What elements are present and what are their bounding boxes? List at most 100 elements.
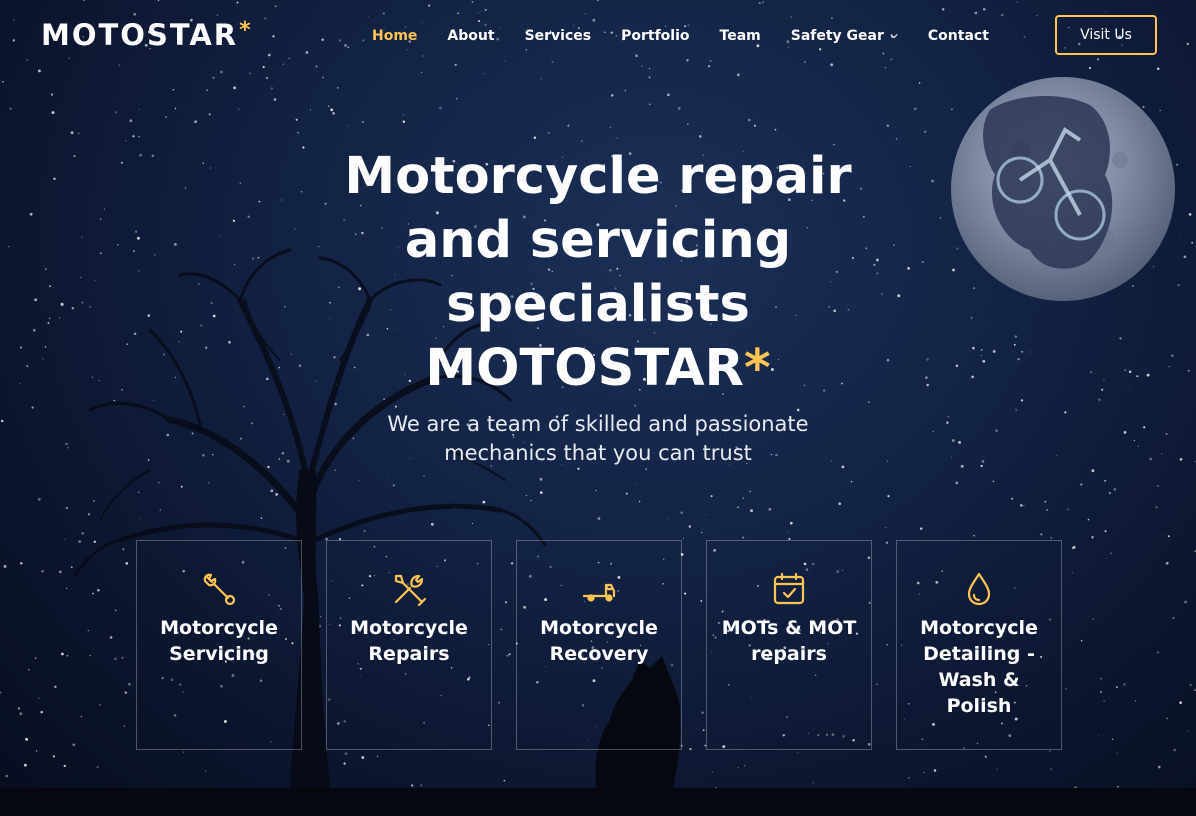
nav-portfolio[interactable]: Portfolio bbox=[621, 28, 689, 44]
site-logo[interactable]: MOTOSTAR* bbox=[41, 17, 253, 53]
star bbox=[153, 254, 156, 256]
star bbox=[712, 771, 714, 773]
star bbox=[278, 366, 281, 369]
nav-services[interactable]: Services bbox=[525, 28, 592, 44]
service-card-recovery[interactable]: Motorcycle Recovery bbox=[516, 540, 682, 750]
star bbox=[165, 116, 168, 119]
services-grid: Motorcycle Servicing Motorcycle Repairs … bbox=[136, 540, 1062, 750]
nav-contact[interactable]: Contact bbox=[928, 28, 989, 44]
star bbox=[125, 140, 127, 142]
star bbox=[137, 491, 140, 494]
star bbox=[272, 35, 275, 38]
star bbox=[402, 120, 406, 124]
star bbox=[946, 421, 949, 424]
star bbox=[1156, 67, 1160, 71]
star bbox=[1115, 685, 1119, 689]
star bbox=[471, 0, 474, 3]
star bbox=[344, 752, 348, 756]
star bbox=[616, 137, 618, 139]
star bbox=[1172, 617, 1175, 619]
star bbox=[580, 140, 583, 142]
service-card-servicing[interactable]: Motorcycle Servicing bbox=[136, 540, 302, 750]
star bbox=[958, 440, 962, 444]
star bbox=[715, 787, 717, 788]
star bbox=[220, 235, 222, 237]
star bbox=[37, 69, 41, 73]
star bbox=[138, 270, 140, 272]
star bbox=[348, 125, 350, 127]
star bbox=[134, 230, 138, 233]
star bbox=[1128, 386, 1130, 388]
star bbox=[525, 49, 528, 51]
star bbox=[35, 750, 38, 752]
star bbox=[698, 135, 702, 138]
star bbox=[89, 306, 91, 308]
star bbox=[24, 763, 27, 767]
star bbox=[81, 236, 83, 238]
service-card-detailing[interactable]: Motorcycle Detailing - Wash & Polish bbox=[896, 540, 1062, 750]
star bbox=[133, 12, 137, 16]
star bbox=[99, 703, 102, 706]
star bbox=[951, 439, 955, 442]
star bbox=[1187, 730, 1189, 732]
star bbox=[457, 12, 460, 15]
star bbox=[1055, 455, 1058, 457]
star bbox=[1171, 354, 1174, 357]
star bbox=[609, 126, 612, 129]
star bbox=[1179, 458, 1183, 461]
star bbox=[925, 376, 928, 379]
star bbox=[701, 132, 703, 134]
star bbox=[1080, 483, 1083, 486]
star bbox=[1050, 768, 1052, 770]
star bbox=[1119, 337, 1122, 340]
nav-safety-gear-label: Safety Gear bbox=[790, 28, 884, 44]
star bbox=[128, 683, 131, 686]
star bbox=[1134, 700, 1137, 702]
star bbox=[281, 452, 285, 455]
star bbox=[1155, 506, 1158, 509]
star bbox=[919, 527, 923, 530]
nav-home[interactable]: Home bbox=[372, 28, 417, 44]
star bbox=[974, 11, 978, 15]
star bbox=[202, 453, 205, 457]
nav-safety-gear[interactable]: Safety Gear bbox=[791, 28, 898, 44]
star bbox=[129, 119, 133, 123]
nav-team[interactable]: Team bbox=[720, 28, 761, 44]
star bbox=[1105, 11, 1107, 13]
nav-about[interactable]: About bbox=[447, 28, 494, 44]
star bbox=[283, 413, 285, 415]
star bbox=[1067, 508, 1069, 510]
star bbox=[344, 44, 347, 47]
star bbox=[1133, 439, 1135, 442]
calendar-check-icon bbox=[773, 572, 805, 605]
service-card-mot[interactable]: MOTs & MOT repairs bbox=[706, 540, 872, 750]
star bbox=[12, 39, 16, 42]
star bbox=[118, 64, 121, 67]
star bbox=[1168, 366, 1170, 368]
star bbox=[321, 38, 324, 41]
service-card-repairs[interactable]: Motorcycle Repairs bbox=[326, 540, 492, 750]
star bbox=[477, 12, 479, 14]
star bbox=[158, 482, 160, 484]
star bbox=[72, 743, 76, 747]
star bbox=[737, 506, 739, 509]
star bbox=[924, 130, 927, 133]
star bbox=[47, 322, 50, 324]
star bbox=[328, 105, 330, 107]
star bbox=[1157, 765, 1161, 769]
hero-title-text: Motorcycle repair and servicing speciali… bbox=[344, 147, 852, 334]
star bbox=[42, 358, 44, 360]
star bbox=[688, 525, 692, 528]
star bbox=[125, 562, 129, 565]
star bbox=[239, 182, 242, 184]
star bbox=[386, 476, 388, 478]
star bbox=[212, 76, 215, 80]
visit-us-button[interactable]: Visit Us bbox=[1055, 15, 1157, 55]
star bbox=[812, 782, 814, 784]
star bbox=[819, 48, 822, 51]
star bbox=[635, 54, 638, 58]
star bbox=[907, 266, 911, 270]
star bbox=[1101, 388, 1104, 391]
star bbox=[178, 340, 180, 343]
star bbox=[133, 250, 135, 252]
